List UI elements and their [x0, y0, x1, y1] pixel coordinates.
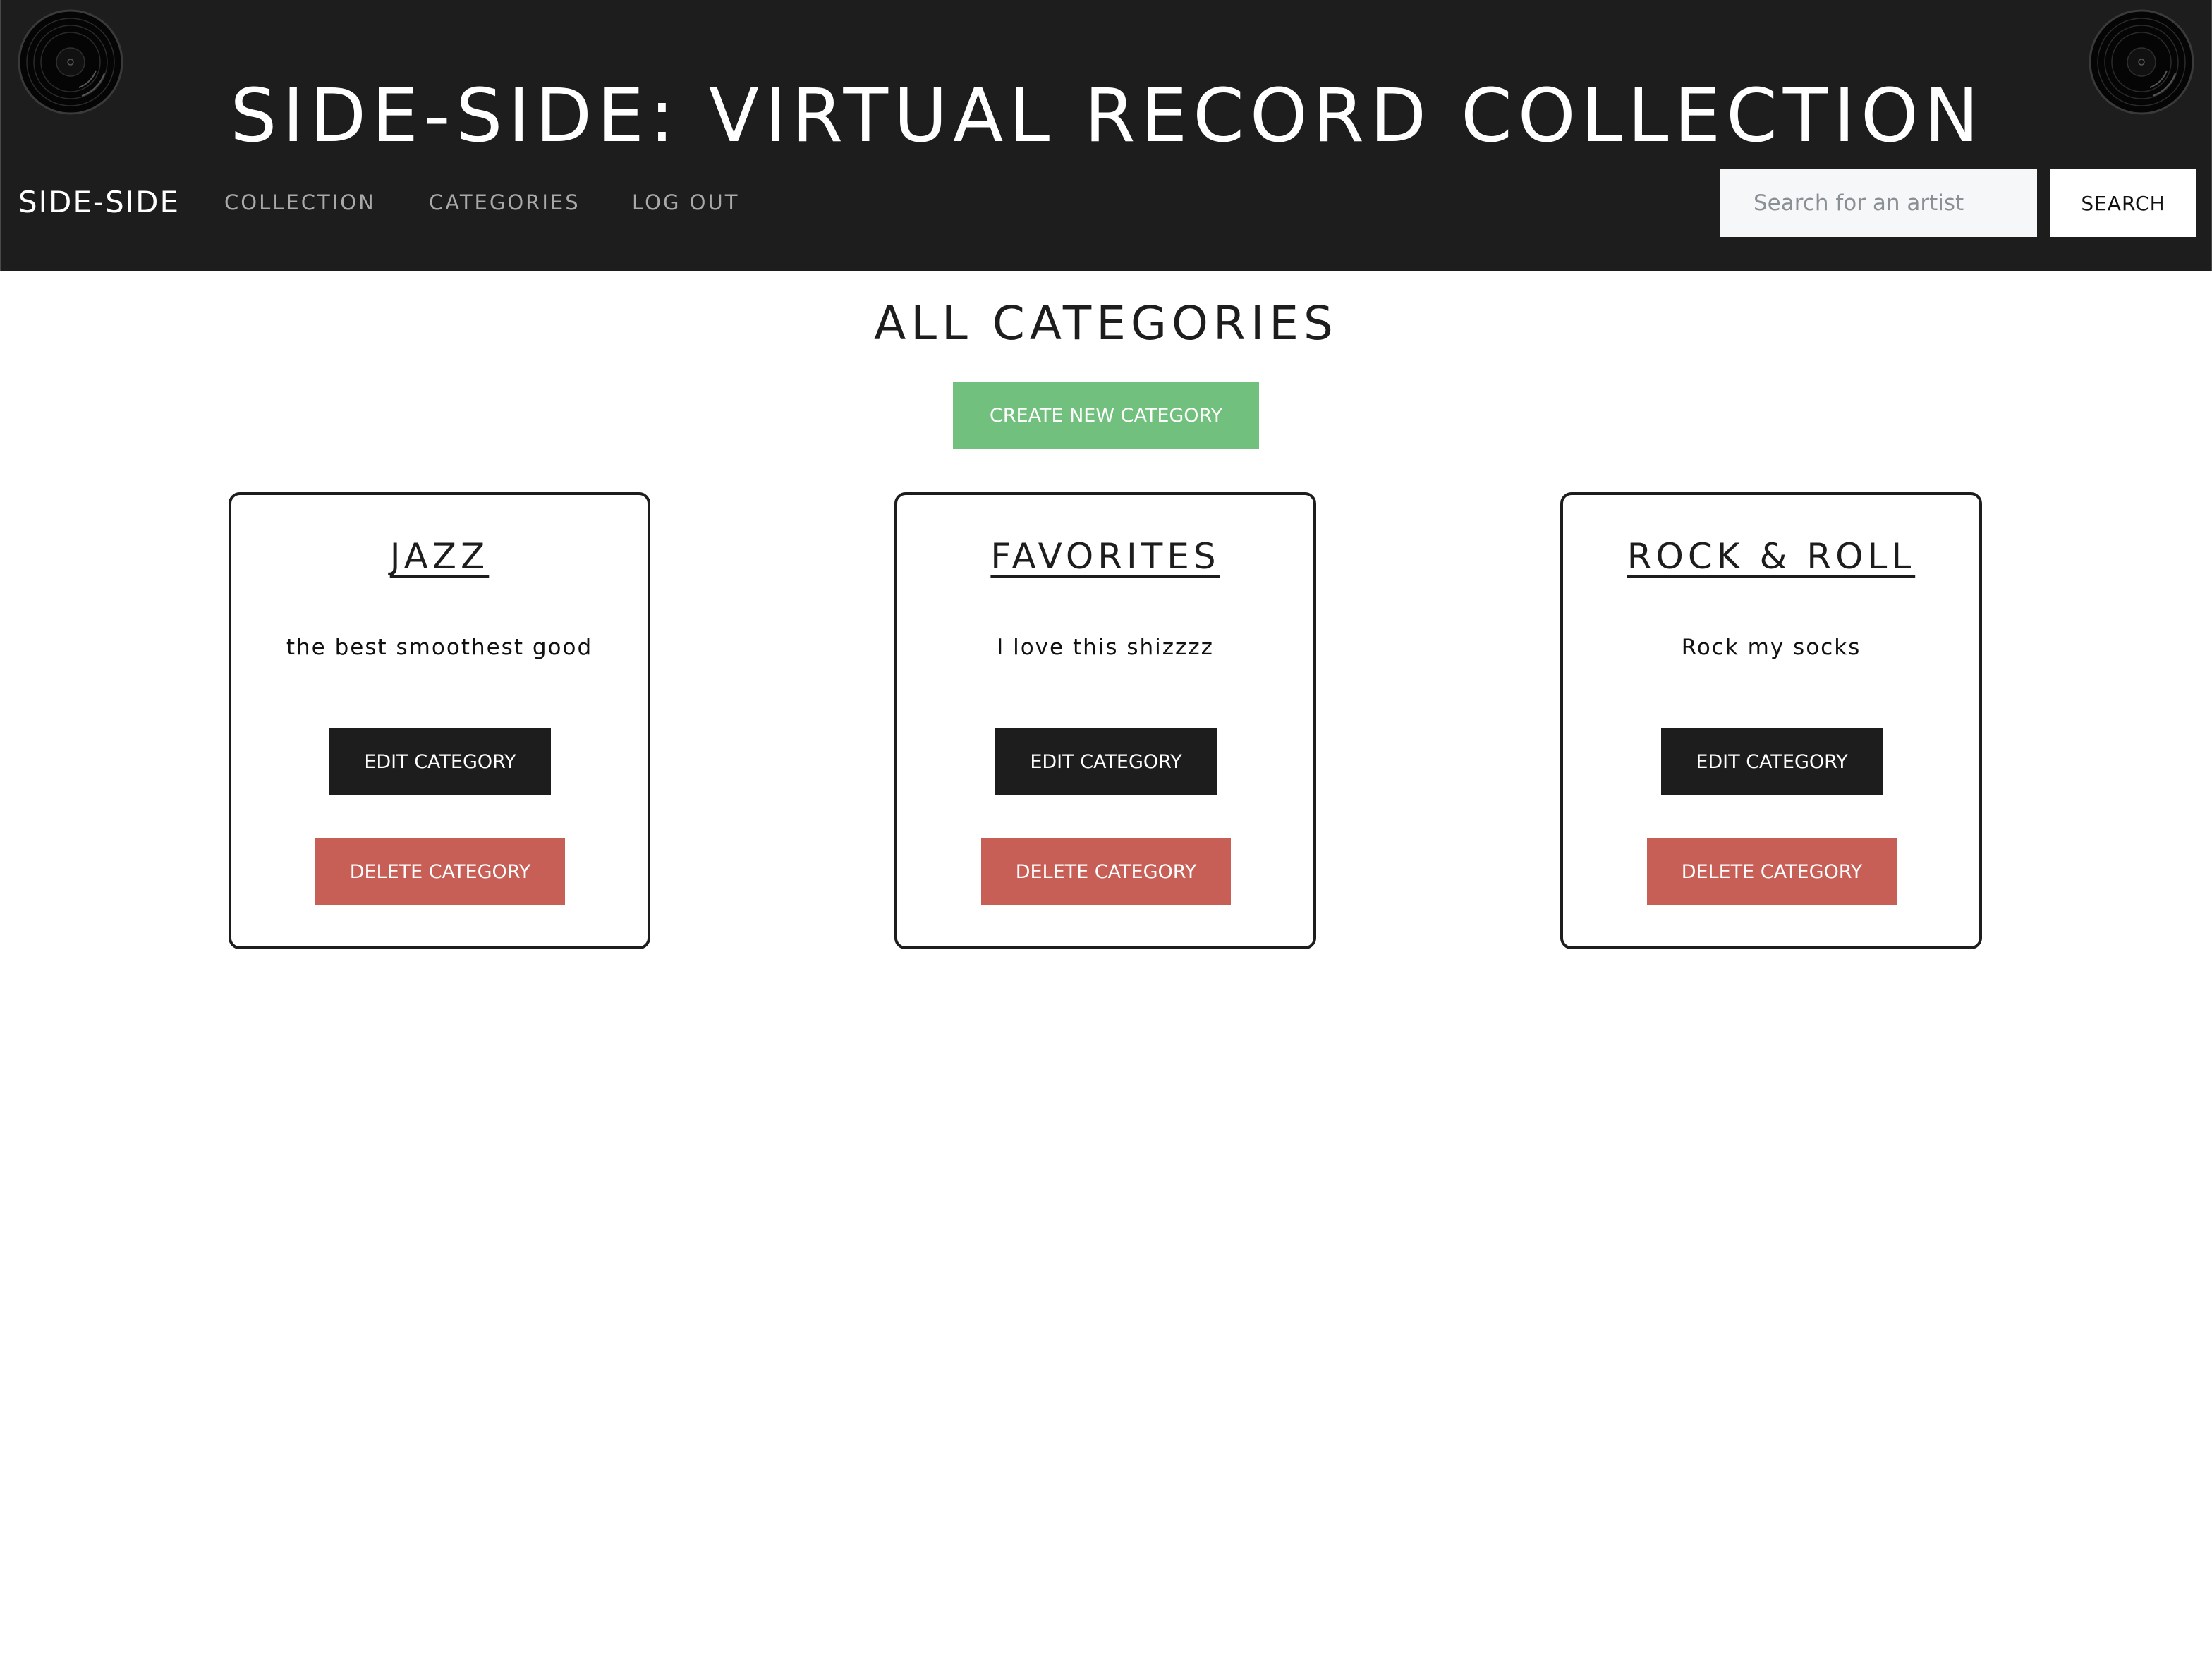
vinyl-record-icon [2088, 8, 2195, 116]
delete-category-button[interactable]: DELETE CATEGORY [1647, 838, 1897, 905]
page-title: ALL CATEGORIES [874, 296, 1338, 350]
category-description: the best smoothest good [286, 635, 593, 660]
edit-category-button[interactable]: EDIT CATEGORY [995, 728, 1217, 795]
artist-search-input[interactable] [1720, 169, 2037, 237]
category-card: FAVORITES I love this shizzzz EDIT CATEG… [894, 492, 1316, 949]
edit-category-button[interactable]: EDIT CATEGORY [1661, 728, 1883, 795]
category-description: Rock my socks [1681, 635, 1861, 660]
delete-category-button[interactable]: DELETE CATEGORY [981, 838, 1231, 905]
nav-link-categories[interactable]: CATEGORIES [429, 186, 581, 219]
edit-category-button[interactable]: EDIT CATEGORY [329, 728, 551, 795]
category-title-link[interactable]: FAVORITES [897, 532, 1313, 581]
category-title-link[interactable]: JAZZ [231, 532, 648, 581]
category-description: I love this shizzzz [997, 635, 1214, 660]
brand-link[interactable]: SIDE-SIDE [18, 178, 180, 227]
nav-link-logout[interactable]: LOG OUT [632, 186, 739, 219]
site-title: SIDE-SIDE: VIRTUAL RECORD COLLECTION [230, 72, 1985, 159]
category-title-link[interactable]: ROCK & ROLL [1563, 532, 1979, 581]
category-card: ROCK & ROLL Rock my socks EDIT CATEGORY … [1560, 492, 1982, 949]
nav-link-collection[interactable]: COLLECTION [224, 186, 376, 219]
create-category-button[interactable]: CREATE NEW CATEGORY [953, 382, 1259, 449]
site-header: SIDE-SIDE: VIRTUAL RECORD COLLECTION SID… [0, 0, 2212, 271]
search-button[interactable]: SEARCH [2050, 169, 2196, 237]
delete-category-button[interactable]: DELETE CATEGORY [315, 838, 565, 905]
category-card: JAZZ the best smoothest good EDIT CATEGO… [229, 492, 650, 949]
